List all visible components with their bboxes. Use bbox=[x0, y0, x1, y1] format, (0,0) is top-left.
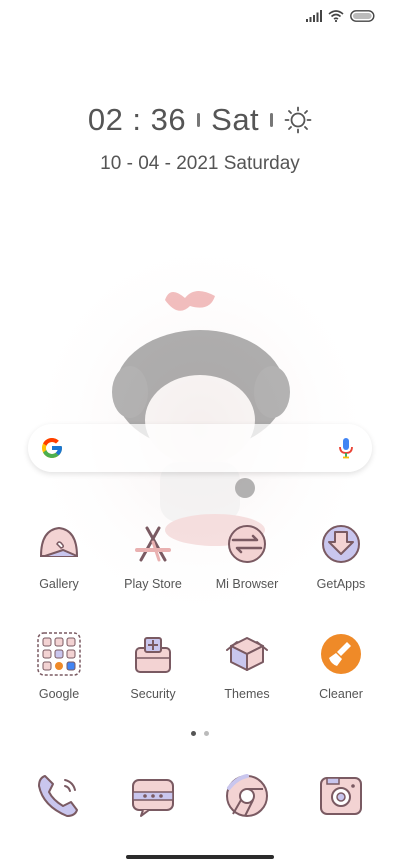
play-store-icon bbox=[135, 526, 171, 562]
google-g-icon bbox=[42, 438, 62, 458]
sun-icon bbox=[284, 106, 312, 134]
phone-icon[interactable] bbox=[29, 766, 89, 826]
app-folder-google[interactable]: Google bbox=[12, 630, 106, 701]
battery-icon bbox=[350, 10, 375, 22]
security-icon bbox=[135, 637, 171, 673]
app-gallery[interactable]: Gallery bbox=[12, 520, 106, 591]
app-label: Mi Browser bbox=[215, 577, 279, 591]
google-search-bar[interactable] bbox=[28, 424, 372, 472]
app-play-store[interactable]: Play Store bbox=[106, 520, 200, 591]
page-indicator bbox=[0, 731, 400, 736]
google-folder-icon bbox=[37, 632, 81, 676]
page-dot bbox=[204, 731, 209, 736]
app-label: Security bbox=[130, 687, 176, 701]
clock-date: 10 - 04 - 2021 Saturday bbox=[100, 153, 300, 174]
app-label: GetApps bbox=[316, 577, 366, 591]
themes-icon bbox=[226, 637, 268, 671]
app-mi-browser[interactable]: Mi Browser bbox=[200, 520, 294, 591]
app-themes[interactable]: Themes bbox=[200, 630, 294, 701]
signal-bars-icon bbox=[306, 10, 322, 22]
clock-separator bbox=[197, 113, 201, 127]
app-label: Cleaner bbox=[319, 687, 363, 701]
clock-day: Sat bbox=[211, 102, 260, 137]
clock-time: 02 : 36 bbox=[87, 102, 187, 137]
wifi-icon bbox=[328, 10, 344, 22]
clock-separator bbox=[270, 113, 274, 127]
microphone-icon[interactable] bbox=[338, 437, 354, 459]
gallery-icon bbox=[39, 526, 79, 557]
getapps-icon bbox=[322, 525, 360, 563]
app-label: Google bbox=[38, 687, 80, 701]
app-label: Themes bbox=[224, 687, 270, 701]
app-getapps[interactable]: GetApps bbox=[294, 520, 388, 591]
app-cleaner[interactable]: Cleaner bbox=[294, 630, 388, 701]
browser-icon bbox=[228, 525, 266, 563]
app-label: Gallery bbox=[39, 577, 79, 591]
chrome-icon[interactable] bbox=[217, 766, 277, 826]
status-bar bbox=[306, 10, 376, 22]
app-security[interactable]: Security bbox=[106, 630, 200, 701]
app-label: Play Store bbox=[124, 577, 182, 591]
messages-icon[interactable] bbox=[123, 766, 183, 826]
cleaner-icon bbox=[321, 634, 361, 674]
home-gesture-bar[interactable] bbox=[126, 855, 274, 859]
clock-widget[interactable]: 02 : 36 Sat bbox=[0, 102, 400, 138]
camera-icon[interactable] bbox=[311, 766, 371, 826]
page-dot-active bbox=[191, 731, 196, 736]
